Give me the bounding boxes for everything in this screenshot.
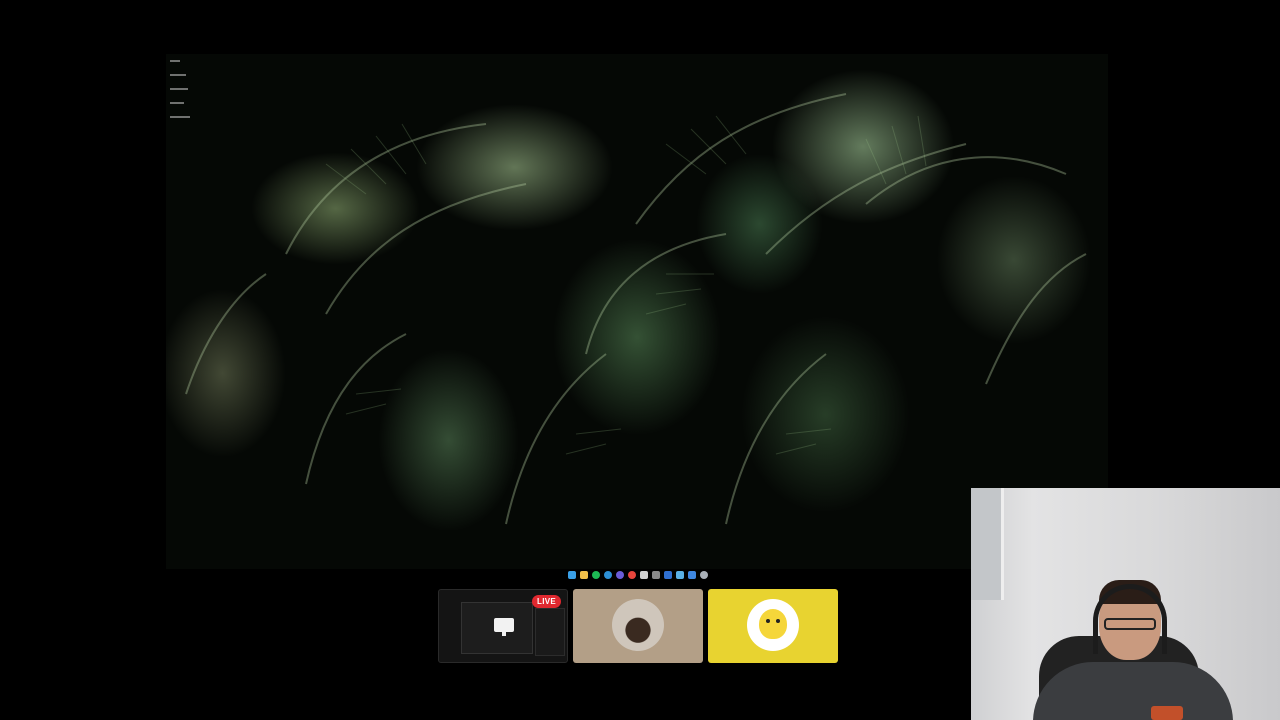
spotify-icon[interactable] — [592, 571, 600, 579]
app-icon[interactable] — [664, 571, 672, 579]
folder-icon[interactable] — [580, 571, 588, 579]
participant-card[interactable] — [573, 589, 703, 663]
avatar — [747, 599, 799, 651]
app-icon[interactable] — [616, 571, 624, 579]
avatar — [612, 599, 664, 651]
person-shirt — [1033, 662, 1233, 720]
webcam-overlay — [971, 488, 1280, 720]
edge-icon[interactable] — [604, 571, 612, 579]
participant-card-pikachu[interactable] — [708, 589, 838, 663]
screen-share-card[interactable]: LIVE — [438, 589, 568, 663]
obs-icon[interactable] — [640, 571, 648, 579]
app-icon[interactable] — [676, 571, 684, 579]
screen-preview-panel — [535, 608, 565, 656]
palm-leaves-wallpaper — [185, 93, 1087, 525]
shirt-logo — [1151, 706, 1183, 720]
app-icon[interactable] — [688, 571, 696, 579]
settings-icon[interactable] — [700, 571, 708, 579]
taskbar — [550, 569, 726, 581]
shared-desktop-screen — [166, 54, 1108, 569]
live-badge: LIVE — [532, 595, 561, 608]
chrome-icon[interactable] — [628, 571, 636, 579]
app-icon[interactable] — [652, 571, 660, 579]
headset-icon — [1093, 584, 1167, 654]
desktop-icons[interactable] — [170, 60, 194, 130]
pikachu-icon — [759, 609, 787, 639]
file-explorer-icon[interactable] — [568, 571, 576, 579]
monitor-icon — [494, 618, 514, 636]
window-frame — [971, 488, 1004, 600]
